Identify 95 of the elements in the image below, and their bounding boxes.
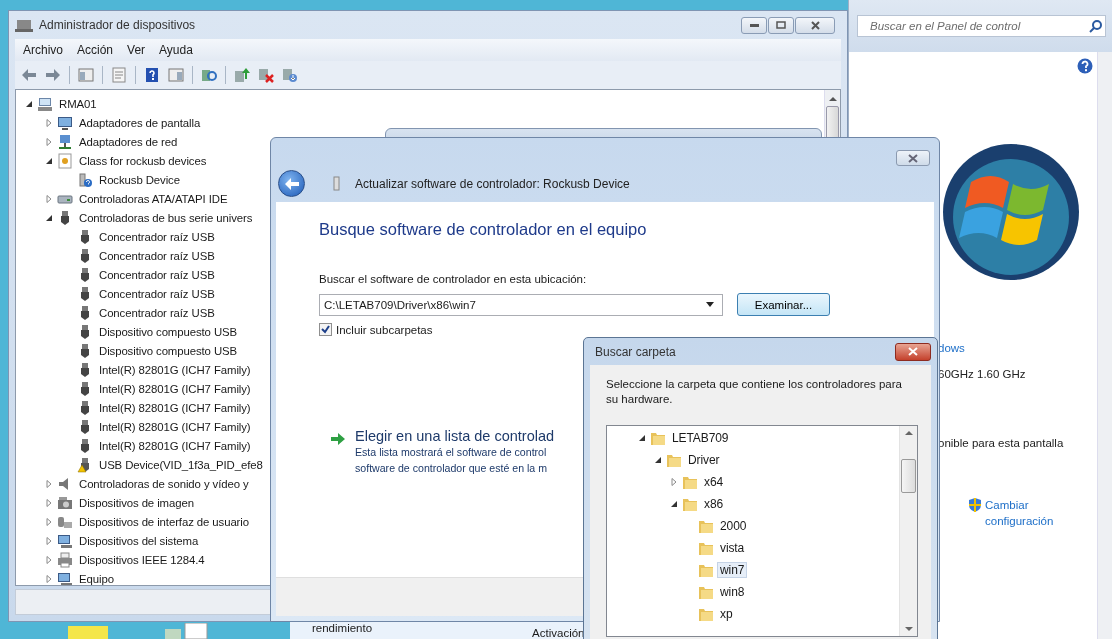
arrow-icon — [331, 433, 345, 445]
computer-icon — [37, 95, 53, 112]
tree-item[interactable]: Concentrador raíz USB — [96, 305, 218, 320]
dropdown-icon — [706, 302, 714, 307]
dialog-title: Actualizar software de controlador: Rockusb Device — [355, 176, 630, 191]
tree-item[interactable]: Equipo — [76, 571, 117, 585]
folder-item[interactable]: LETAB709 — [669, 430, 732, 446]
folder-item[interactable]: Driver — [685, 452, 723, 468]
tree-item[interactable]: Concentrador raíz USB — [96, 267, 218, 282]
menu-item[interactable]: Ayuda — [153, 41, 199, 59]
scroll-thumb[interactable] — [901, 459, 916, 493]
dialog-title: Buscar carpeta — [595, 344, 676, 359]
panel-icon[interactable] — [76, 65, 96, 85]
tree-item[interactable]: Concentrador raíz USB — [96, 286, 218, 301]
browse-button[interactable]: Examinar... — [737, 293, 830, 316]
menu-item[interactable]: Ver — [121, 41, 152, 59]
minimize-icon — [749, 23, 759, 27]
monitor-icon — [57, 114, 73, 131]
close-icon — [908, 153, 918, 163]
scrollbar[interactable] — [1097, 52, 1112, 639]
folder-item[interactable]: xp — [717, 606, 736, 622]
folder-item[interactable]: 2000 — [717, 518, 750, 534]
minimize-button[interactable] — [741, 16, 767, 34]
up-arrow-icon[interactable] — [904, 430, 913, 435]
checkbox[interactable] — [319, 323, 332, 336]
properties-icon[interactable] — [109, 65, 129, 85]
folder-item[interactable]: win8 — [717, 584, 748, 600]
tree-item[interactable]: Adaptadores de pantalla — [76, 115, 204, 130]
window-title: Administrador de dispositivos — [39, 18, 196, 32]
menu-item[interactable]: Archivo — [17, 41, 69, 59]
tree-item[interactable]: Class for rockusb devices — [76, 153, 210, 168]
close-button[interactable] — [795, 16, 835, 34]
computer-icon — [15, 17, 33, 33]
tree-item[interactable]: Controladoras de bus serie univers — [76, 210, 256, 225]
tree-item[interactable]: Rockusb Device — [96, 172, 183, 187]
menu-item[interactable]: Acción — [71, 41, 120, 59]
search-icon — [1089, 19, 1103, 33]
flag-logo-icon — [941, 142, 1081, 282]
folder-item[interactable]: x86 — [701, 496, 727, 512]
tree-item[interactable]: Dispositivos del sistema — [76, 533, 202, 548]
tree-item[interactable]: Dispositivos de interfaz de usuario — [76, 514, 252, 529]
close-button[interactable] — [896, 150, 930, 166]
computer-icon — [57, 532, 73, 549]
close-icon — [908, 347, 918, 356]
close-button[interactable] — [895, 342, 931, 361]
tree-item[interactable]: Dispositivo compuesto USB — [96, 324, 241, 339]
computer-icon — [57, 570, 73, 585]
back-arrow-icon — [284, 177, 299, 190]
window-text: Activación — [532, 627, 585, 639]
instructions-text: Seleccione la carpeta que contiene los controladores para su hardware. — [606, 377, 903, 407]
folder-item[interactable]: win7 — [717, 562, 748, 578]
down-arrow-icon[interactable] — [904, 627, 913, 632]
change-settings-link[interactable]: Cambiar configuración — [967, 497, 1057, 529]
checkbox-label: Incluir subcarpetas — [336, 323, 433, 336]
tree-item[interactable]: Dispositivos IEEE 1284.4 — [76, 552, 208, 567]
expander-icon[interactable] — [653, 455, 663, 465]
help-icon[interactable] — [1077, 58, 1093, 74]
network-icon — [57, 133, 73, 150]
back-button[interactable] — [278, 170, 305, 197]
tree-item[interactable]: RMA01 — [56, 96, 100, 111]
folder-item[interactable]: vista — [717, 540, 748, 556]
tree-item[interactable]: Dispositivo compuesto USB — [96, 343, 241, 358]
option-link[interactable]: Elegir en una lista de controlad — [355, 428, 555, 444]
tree-item[interactable]: Dispositivos de imagen — [76, 495, 197, 510]
option-description: software de controlador que esté en la m — [355, 461, 548, 476]
tree-item[interactable]: Concentrador raíz USB — [96, 229, 218, 244]
expander-icon[interactable] — [637, 433, 647, 443]
dialog-heading: Busque software de controlador en el equipo — [319, 220, 648, 239]
search-field[interactable]: Buscar en el Panel de control — [857, 15, 1106, 37]
shield-icon — [967, 497, 983, 513]
tree-item[interactable]: Intel(R) 82801G (ICH7 Family) — [96, 381, 254, 396]
expander-icon[interactable] — [669, 499, 679, 509]
path-combobox[interactable]: C:\LETAB709\Driver\x86\win7 — [319, 293, 723, 316]
tree-item[interactable]: Controladoras ATA/ATAPI IDE — [76, 191, 231, 206]
camera-icon — [57, 494, 73, 511]
tree-item[interactable]: Controladoras de sonido y vídeo y — [76, 476, 252, 491]
maximize-button[interactable] — [768, 16, 794, 34]
tree-item[interactable]: Intel(R) 82801G (ICH7 Family) — [96, 438, 254, 453]
tree-item[interactable]: Concentrador raíz USB — [96, 248, 218, 263]
maximize-icon — [776, 21, 786, 29]
close-icon — [810, 20, 820, 30]
tree-item[interactable]: USB Device(VID_1f3a_PID_efe8 — [96, 457, 266, 472]
tree-item[interactable]: Intel(R) 82801G (ICH7 Family) — [96, 400, 254, 415]
tree-item[interactable]: Intel(R) 82801G (ICH7 Family) — [96, 419, 254, 434]
scrollbar[interactable] — [899, 426, 917, 636]
printer-icon — [57, 551, 73, 568]
tree-item[interactable]: Intel(R) 82801G (ICH7 Family) — [96, 362, 254, 377]
up-arrow-icon[interactable] — [828, 96, 837, 102]
option-description: Esta lista mostrará el software de control — [355, 445, 548, 460]
location-label: Buscar el software de controlador en esta ubicación: — [319, 273, 588, 285]
tree-item[interactable]: Adaptadores de red — [76, 134, 181, 149]
scroll-thumb[interactable] — [826, 106, 839, 140]
window-text: rendimiento — [312, 622, 373, 634]
device-question-icon — [77, 171, 93, 188]
folder-item[interactable]: x64 — [701, 474, 727, 490]
